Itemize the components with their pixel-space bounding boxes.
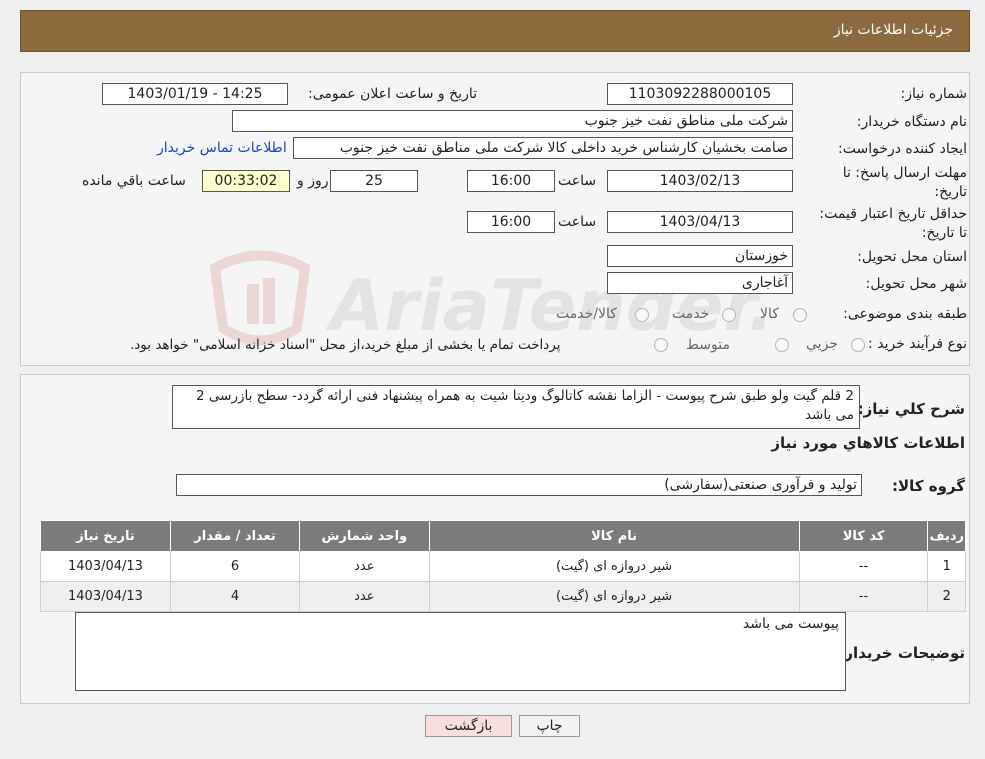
cell-code: -- <box>798 551 929 582</box>
col-qty: تعداد / مقدار <box>169 520 301 552</box>
reply-date-field: 1403/02/13 <box>607 170 793 192</box>
category-goods-radio[interactable] <box>793 308 807 322</box>
process-minor-label: جزیي <box>806 336 838 352</box>
page-title: جزئیات اطلاعات نیاز <box>833 22 953 38</box>
cell-name: شیر دروازه ای (گیت) <box>428 581 800 612</box>
cell-code: -- <box>798 581 929 612</box>
col-unit: واحد شمارش <box>299 520 430 552</box>
treasury-note: پرداخت تمام یا بخشی از مبلغ خرید،از محل … <box>130 337 561 353</box>
price-date-field: 1403/04/13 <box>607 211 793 233</box>
buyer-notes-label: توضیحات خریدار: <box>838 644 965 662</box>
reply-time-field: 16:00 <box>467 170 555 192</box>
items-table-header: ردیف کد کالا نام کالا واحد شمارش تعداد /… <box>40 520 966 552</box>
buyer-contact-link[interactable]: اطلاعات تماس خریدار <box>157 140 287 156</box>
description-label: شرح کلي نیاز: <box>857 400 965 418</box>
category-service-label: خدمت <box>672 306 710 322</box>
col-code: کد کالا <box>798 520 929 552</box>
city-field: آغاجاری <box>607 272 793 294</box>
cell-row: 2 <box>927 581 966 612</box>
price-validity-label: حداقل تاریخ اعتبار قیمت: تا تاریخ: <box>819 206 967 241</box>
cell-name: شیر دروازه ای (گیت) <box>428 551 800 582</box>
back-button[interactable]: بازگشت <box>425 715 512 737</box>
buyer-org-label: نام دستگاه خریدار: <box>856 114 967 130</box>
category-label: طبقه بندی موضوعی: <box>843 306 967 322</box>
col-date: تاریخ نیاز <box>40 520 171 552</box>
process-medium-label: متوسط <box>686 337 730 353</box>
province-field: خوزستان <box>607 245 793 267</box>
remaining-time-label: ساعت باقي مانده <box>82 173 186 189</box>
price-time-field: 16:00 <box>467 211 555 233</box>
announce-field: 1403/01/19 - 14:25 <box>102 83 288 105</box>
remaining-time-field: 00:33:02 <box>202 170 290 192</box>
creator-label: ایجاد کننده درخواست: <box>838 141 967 157</box>
col-row: ردیف <box>927 520 966 552</box>
print-button[interactable]: چاپ <box>519 715 580 737</box>
buyer-notes-field: پیوست می باشد <box>75 612 846 691</box>
cell-qty: 4 <box>169 581 301 612</box>
process-minor-radio[interactable] <box>851 338 865 352</box>
process-medium-radio[interactable] <box>775 338 789 352</box>
category-goods-service-label: کالا/خدمت <box>556 306 617 322</box>
province-label: استان محل تحویل: <box>857 249 967 265</box>
description-text: 2 قلم گیت ولو طبق شرح پیوست - الزاما نقش… <box>196 388 854 423</box>
days-label: روز و <box>297 173 329 189</box>
buyer-notes-text: پیوست می باشد <box>742 616 839 632</box>
cell-date: 1403/04/13 <box>40 581 171 612</box>
cell-unit: عدد <box>299 551 430 582</box>
goods-info-title: اطلاعات کالاهاي مورد نیاز <box>771 434 965 452</box>
items-table: ردیف کد کالا نام کالا واحد شمارش تعداد /… <box>40 520 966 612</box>
need-number-field: 1103092288000105 <box>607 83 793 105</box>
treasury-checkbox[interactable] <box>654 338 668 352</box>
reply-deadline-label: مهلت ارسال پاسخ: تا تاریخ: <box>842 165 967 200</box>
col-name: نام کالا <box>428 520 800 552</box>
buyer-org-field: شرکت ملی مناطق نفت خیز جنوب <box>232 110 793 132</box>
cell-date: 1403/04/13 <box>40 551 171 582</box>
category-service-radio[interactable] <box>722 308 736 322</box>
category-goods-service-radio[interactable] <box>635 308 649 322</box>
table-row: 2 -- شیر دروازه ای (گیت) عدد 4 1403/04/1… <box>40 581 966 612</box>
price-time-label: ساعت <box>558 214 597 230</box>
city-label: شهر محل تحویل: <box>865 276 967 292</box>
goods-group-field: تولید و فرآوری صنعتی(سفارشی) <box>176 474 862 496</box>
page-header: جزئیات اطلاعات نیاز <box>20 10 970 52</box>
process-label: نوع فرآیند خرید : <box>868 336 967 352</box>
cell-qty: 6 <box>169 551 301 582</box>
creator-field: صامت بخشیان کارشناس خرید داخلی کالا شرکت… <box>293 137 793 159</box>
category-goods-label: کالا <box>760 306 779 322</box>
reply-time-label: ساعت <box>558 173 597 189</box>
cell-row: 1 <box>927 551 966 582</box>
announce-label: تاریخ و ساعت اعلان عمومی: <box>308 86 477 102</box>
goods-group-label: گروه کالا: <box>892 477 965 495</box>
description-field: 2 قلم گیت ولو طبق شرح پیوست - الزاما نقش… <box>172 385 860 429</box>
need-number-label: شماره نیاز: <box>900 86 968 102</box>
cell-unit: عدد <box>299 581 430 612</box>
table-row: 1 -- شیر دروازه ای (گیت) عدد 6 1403/04/1… <box>40 551 966 582</box>
days-field: 25 <box>330 170 418 192</box>
